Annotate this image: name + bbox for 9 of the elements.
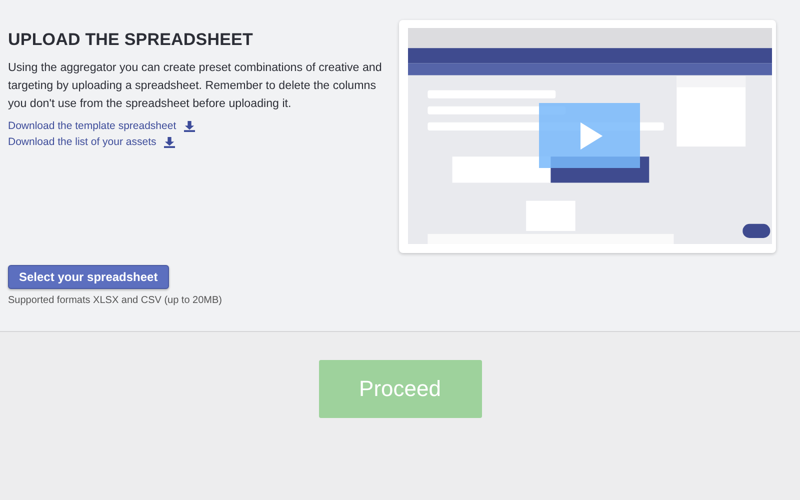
download-icon (184, 121, 196, 132)
play-button[interactable] (538, 103, 640, 168)
select-spreadsheet-button[interactable]: Select your spreadsheet (8, 265, 169, 289)
download-icon (164, 137, 176, 148)
section-heading: UPLOAD THE SPREADSHEET (8, 30, 254, 50)
description-text: Using the aggregator you can create preset combinations of creative and targeting by uploading a spreadsheet. Remember to delete the columns you don't use from the spreadsheet before uploading it. (8, 60, 383, 112)
formats-note: Supported formats XLSX and CSV (up to 20MB) (8, 295, 223, 306)
download-link[interactable]: Download the template spreadsheet (8, 119, 196, 134)
download-link[interactable]: Download the list of your assets (8, 135, 176, 150)
